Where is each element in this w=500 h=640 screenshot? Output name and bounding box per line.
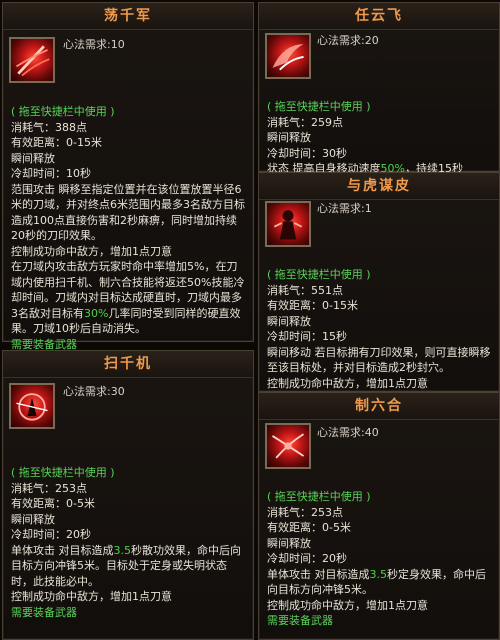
skill-body: ( 拖至快捷栏中使用 ) 消耗气：551点 有效距离：0-15米 瞬间释放 冷却… [267, 267, 493, 391]
whirl-strike-icon[interactable] [9, 383, 55, 429]
energy-cost: 消耗气：253点 [11, 481, 87, 495]
energy-cost: 消耗气：253点 [267, 505, 343, 519]
cooldown: 冷却时间：30秒 [267, 146, 347, 160]
winged-slash-icon[interactable] [265, 33, 311, 79]
skill-body: ( 拖至快捷栏中使用 ) 消耗气：259点 瞬间释放 冷却时间：30秒 状态 提… [267, 99, 493, 177]
skill-description: 范围攻击 瞬移至指定位置并在该位置放置半径6米的刀域，并对终点6米范围内最多3名… [11, 182, 245, 243]
chain-bind-icon[interactable] [265, 423, 311, 469]
cooldown: 冷却时间：10秒 [11, 167, 91, 180]
mind-requirement: 心法需求:10 [63, 38, 125, 51]
effective-range: 有效距离：0-5米 [267, 521, 351, 534]
skill-panel-saoqianji: 扫千机 心法需求:30 ( 拖至快捷栏中使用 ) 消耗气：253点 有效距离：0… [2, 350, 254, 640]
skill-title: 任云飞 [259, 3, 499, 30]
cooldown: 冷却时间：20秒 [11, 528, 91, 541]
skill-description: 单体攻击 对目标造成3.5秒定身效果，命中后向目标方向冲锋5米。 [267, 567, 486, 597]
energy-cost: 消耗气：259点 [267, 115, 343, 129]
skill-title: 荡千军 [3, 3, 253, 30]
cast-type: 瞬间释放 [267, 536, 311, 550]
mind-requirement: 心法需求:40 [317, 426, 379, 439]
skill-panel-yuhumoupi: 与虎谋皮 心法需求:1 ( 拖至快捷栏中使用 ) 消耗气：551点 有效距离：0… [258, 172, 500, 392]
skill-body: ( 拖至快捷栏中使用 ) 消耗气：388点 有效距离：0-15米 瞬间释放 冷却… [11, 104, 247, 352]
skill-body: ( 拖至快捷栏中使用 ) 消耗气：253点 有效距离：0-5米 瞬间释放 冷却时… [11, 465, 247, 620]
hotkey-hint: ( 拖至快捷栏中使用 ) [11, 466, 115, 479]
effective-range: 有效距离：0-15米 [11, 136, 102, 149]
cast-type: 瞬间释放 [267, 314, 311, 328]
cooldown: 冷却时间：15秒 [267, 330, 347, 343]
skill-panel-zhiliuhe: 制六合 心法需求:40 ( 拖至快捷栏中使用 ) 消耗气：253点 有效距离：0… [258, 392, 500, 640]
mind-requirement: 心法需求:1 [317, 202, 372, 215]
skill-description: 瞬间移动 若目标拥有刀印效果，则可直接瞬移至该目标处，并对目标造成2秒封穴。 [267, 345, 491, 375]
skill-description: 单体攻击 对目标造成3.5秒散功效果，命中后向目标方向冲锋5米。目标处于定身或失… [11, 543, 241, 588]
skill-body: ( 拖至快捷栏中使用 ) 消耗气：253点 有效距离：0-5米 瞬间释放 冷却时… [267, 489, 493, 629]
hotkey-hint: ( 拖至快捷栏中使用 ) [267, 100, 371, 113]
skill-bonus: 控制成功命中敌方，增加1点刀意 [267, 376, 428, 390]
skill-title: 与虎谋皮 [259, 173, 499, 200]
skill-bonus: 控制成功命中敌方，增加1点刀意 [11, 244, 172, 258]
hotkey-hint: ( 拖至快捷栏中使用 ) [267, 268, 371, 281]
energy-cost: 消耗气：388点 [11, 120, 87, 134]
mind-requirement: 心法需求:30 [63, 385, 125, 398]
skill-panel-dangqianjun: 荡千军 心法需求:10 ( 拖至快捷栏中使用 ) 消耗气：388点 有效距离：0… [2, 2, 254, 351]
hotkey-hint: ( 拖至快捷栏中使用 ) [267, 490, 371, 503]
mind-requirement: 心法需求:20 [317, 34, 379, 47]
skill-bonus: 控制成功命中敌方，增加1点刀意 [11, 590, 172, 603]
hotkey-hint: ( 拖至快捷栏中使用 ) [11, 105, 115, 118]
skill-panel-renyunfei: 任云飞 心法需求:20 ( 拖至快捷栏中使用 ) 消耗气：259点 瞬间释放 冷… [258, 2, 500, 175]
cast-type: 瞬间释放 [11, 151, 55, 165]
skill-title: 制六合 [259, 393, 499, 420]
cast-type: 瞬间释放 [267, 131, 311, 144]
skill-bonus: 控制成功命中敌方，增加1点刀意 [267, 598, 428, 612]
energy-cost: 消耗气：551点 [267, 283, 343, 297]
skill-extra: 在刀域内攻击敌方玩家时命中率增加5%，在刀域内使用扫千机、制六合技能将返还50%… [11, 260, 245, 335]
cooldown: 冷却时间：20秒 [267, 552, 347, 565]
weapon-requirement: 需要装备武器 [267, 614, 333, 627]
weapon-requirement: 需要装备武器 [11, 605, 77, 619]
tiger-figure-icon[interactable] [265, 201, 311, 247]
effective-range: 有效距离：0-5米 [11, 497, 95, 510]
effective-range: 有效距离：0-15米 [267, 299, 358, 312]
cast-type: 瞬间释放 [11, 512, 55, 526]
sword-slash-icon[interactable] [9, 37, 55, 83]
skill-title: 扫千机 [3, 351, 253, 378]
